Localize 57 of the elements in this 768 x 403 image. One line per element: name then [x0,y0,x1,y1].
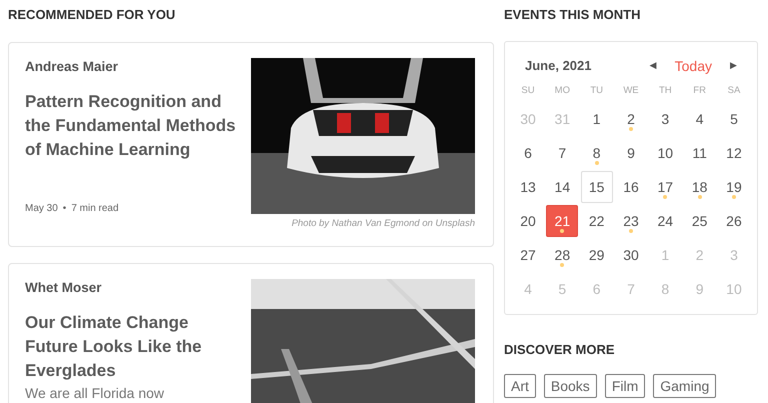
separator: • [62,202,66,216]
author-name: Whet Moser [25,279,103,297]
calendar-day[interactable]: 4 [684,103,716,135]
calendar-day[interactable]: 8 [580,137,613,169]
weekday-label: FR [692,84,707,98]
calendar-day[interactable]: 28 [546,239,578,271]
topic-tag[interactable]: Gaming [653,374,716,398]
calendar-day[interactable]: 26 [718,205,750,237]
calendar-day[interactable]: 24 [649,205,682,237]
topic-tag[interactable]: Art [504,374,536,398]
weekday-label: WE [622,84,640,98]
month-label: June, 2021 [525,57,592,76]
article-title[interactable]: Pattern Recognition and the Fundamental Methods of Machine Learning [25,90,237,162]
author-name: Andreas Maier [25,58,120,76]
calendar-day[interactable]: 23 [614,205,647,237]
photo-caption: Photo by Nathan Van Egmond on Unsplash [290,217,475,231]
previous-month-button[interactable]: ◀ [646,59,661,73]
article-card[interactable]: Whet Moser Our Climate Change Future Looks Like the Everglades We are all Florida now [8,263,494,403]
weekday-label: SU [520,84,536,98]
calendar-day[interactable]: 18 [684,171,716,203]
calendar-day[interactable]: 19 [718,171,750,203]
calendar-day[interactable]: 2 [614,103,647,135]
calendar-day[interactable]: 16 [614,171,647,203]
calendar-day[interactable]: 25 [684,205,716,237]
calendar-day[interactable]: 30 [614,239,647,271]
article-title[interactable]: Our Climate Change Future Looks Like the Everglades [25,311,237,383]
section-heading: RECOMMENDED FOR YOU [8,6,176,23]
calendar-day[interactable]: 17 [649,171,682,203]
calendar-day[interactable]: 3 [649,103,682,135]
publish-date: May 30 [25,202,58,216]
calendar-day[interactable]: 9 [614,137,647,169]
weekday-label: MO [554,84,571,98]
calendar-day[interactable]: 20 [512,205,544,237]
calendar-day[interactable]: 13 [512,171,544,203]
read-time: 7 min read [71,202,119,216]
calendar-day[interactable]: 29 [580,239,613,271]
calendar-day[interactable]: 12 [718,137,750,169]
weekday-label: TH [658,84,673,98]
calendar-day[interactable]: 5 [718,103,750,135]
topic-tag[interactable]: Film [604,374,646,398]
article-card[interactable]: Andreas Maier Pattern Recognition and the Fundamental Methods of Machine Learning May 30 • 7 min read Photo by Nathan Van Egmond on Unsplash [8,42,494,247]
calendar-day[interactable]: 15 [580,171,613,203]
calendar-day[interactable]: 7 [546,137,578,169]
calendar-day[interactable]: 27 [512,239,544,271]
section-heading: EVENTS THIS MONTH [504,6,642,23]
next-month-button[interactable]: ▶ [726,59,741,73]
calendar-day[interactable]: 22 [580,205,613,237]
calendar-day[interactable]: 1 [580,103,613,135]
calendar-day[interactable]: 14 [546,171,578,203]
calendar-day[interactable]: 10 [649,137,682,169]
weekday-label: SA [726,84,742,98]
article-excerpt: We are all Florida now [25,385,166,401]
section-heading: DISCOVER MORE [504,341,616,358]
calendar-day[interactable]: 11 [684,137,716,169]
topic-tag[interactable]: Books [544,374,597,398]
weekday-label: TU [589,84,604,98]
calendar-day[interactable]: 6 [512,137,544,169]
